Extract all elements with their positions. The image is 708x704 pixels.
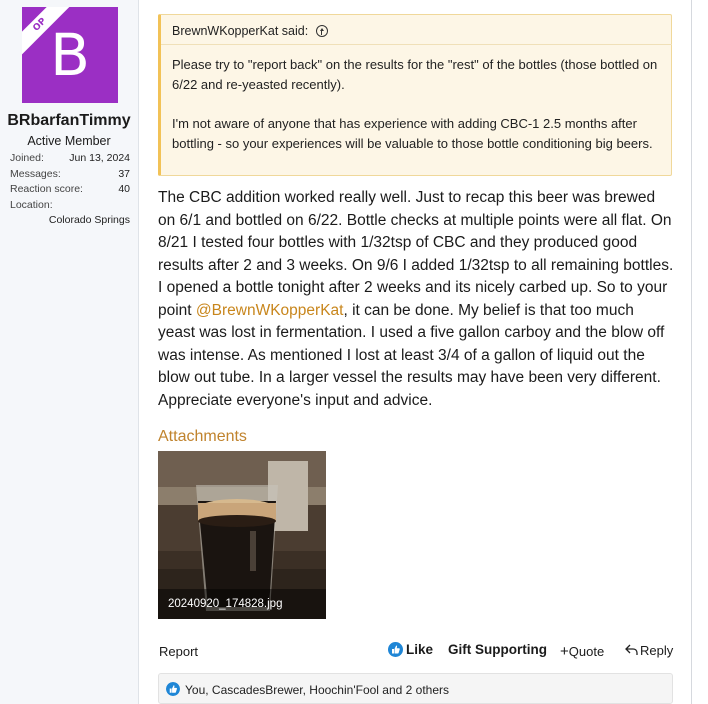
stat-value: 40 [118, 183, 130, 195]
quote-paragraph: Please try to "report back" on the resul… [172, 57, 658, 92]
quote-label: Quote [568, 644, 605, 659]
quote-paragraph: I'm not aware of anyone that has experie… [172, 116, 653, 151]
quote-block: BrewnWKopperKat said: Please try to "rep… [158, 14, 672, 176]
user-title: Active Member [27, 134, 111, 148]
reply-button[interactable]: Reply [625, 643, 673, 658]
attachment-thumbnail[interactable]: 20240920_174828.jpg [158, 451, 326, 619]
report-button[interactable]: Report [159, 644, 198, 659]
post-message: The CBC addition worked really well. Jus… [158, 187, 674, 412]
like-button[interactable]: Like [388, 642, 433, 657]
stat-location: Location: Colorado Springs [10, 199, 130, 226]
stat-messages: Messages: 37 [10, 168, 130, 183]
reactions-bar[interactable]: You, CascadesBrewer, Hoochin'Fool and 2 … [158, 673, 673, 704]
thumbs-up-icon [166, 682, 180, 696]
quote-body: Please try to "report back" on the resul… [172, 55, 660, 154]
like-label: Like [406, 642, 434, 657]
quote-author[interactable]: BrewnWKopperKat said: [172, 24, 308, 38]
stat-joined: Joined: Jun 13, 2024 [10, 152, 130, 167]
post-actions-bar: Report Like Gift Supporting +Quote Reply [158, 640, 674, 662]
jump-to-quote-icon[interactable] [315, 25, 328, 37]
thumbs-up-icon [388, 642, 403, 657]
quote-divider [161, 44, 672, 45]
user-info-panel: B OP BRbarfanTimmy Active Member Joined:… [0, 0, 139, 704]
quote-header[interactable]: BrewnWKopperKat said: [172, 23, 328, 38]
user-mention-link[interactable]: @BrewnWKopperKat [196, 302, 344, 319]
reply-arrow-icon [625, 644, 638, 655]
quote-button[interactable]: +Quote [560, 643, 604, 660]
stat-reaction-score: Reaction score: 40 [10, 183, 130, 198]
reactions-list[interactable]: You, CascadesBrewer, Hoochin'Fool and 2 … [185, 683, 449, 697]
stat-label: Joined: [10, 152, 44, 164]
attachments-heading: Attachments [158, 428, 247, 445]
stat-value[interactable]: 37 [118, 168, 130, 180]
attachment-filename: 20240920_174828.jpg [158, 589, 326, 619]
stat-value[interactable]: Colorado Springs [49, 214, 130, 226]
plus-icon: + [560, 643, 569, 660]
stat-label: Location: [10, 199, 53, 211]
message-text: The CBC addition worked really well. Jus… [158, 189, 674, 319]
stat-label: Reaction score: [10, 183, 83, 195]
stat-value: Jun 13, 2024 [69, 152, 130, 164]
reply-label: Reply [640, 643, 674, 658]
avatar[interactable]: B OP [22, 7, 118, 103]
scrollbar[interactable] [691, 0, 692, 704]
gift-supporting-button[interactable]: Gift Supporting [448, 642, 547, 657]
username[interactable]: BRbarfanTimmy [0, 112, 138, 130]
stat-label: Messages: [10, 168, 61, 180]
